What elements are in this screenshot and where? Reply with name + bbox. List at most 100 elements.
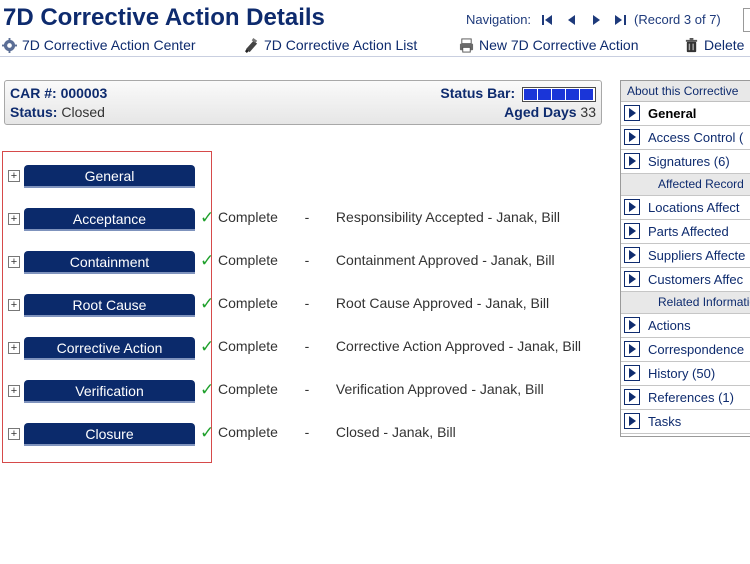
toolbar-divider [0, 56, 750, 57]
sidebar-item[interactable]: Signatures (6) [621, 150, 750, 174]
sidebar-item-label: Actions [648, 318, 691, 333]
arrow-right-icon [624, 317, 640, 333]
checkmark-icon: ✓ [200, 208, 215, 227]
step-tab[interactable]: General [24, 165, 195, 186]
arrow-right-icon [624, 153, 640, 169]
corrective-action-list-link[interactable]: 7D Corrective Action List [244, 37, 417, 53]
expand-icon[interactable]: + [8, 342, 20, 354]
sidebar-item-label: Signatures (6) [648, 154, 730, 169]
step-row: + General [3, 165, 543, 191]
arrow-right-icon [624, 365, 640, 381]
page-title: 7D Corrective Action Details [3, 4, 325, 31]
sidebar-section-related: Related Informatio [621, 292, 750, 314]
status-bar-segment [580, 88, 593, 100]
step-status: Complete - Corrective Action Approved - Ja… [218, 338, 581, 354]
next-record-button[interactable] [589, 13, 603, 27]
arrow-right-icon [624, 389, 640, 405]
step-separator: - [304, 252, 310, 268]
arrow-right-icon [624, 271, 640, 287]
step-row: + Closure ✓ Complete - Closed - Janak, Bill [3, 423, 543, 449]
toolbar-item-label: 7D Corrective Action Center [22, 37, 196, 53]
gear-icon [2, 37, 17, 53]
sidebar-item[interactable]: Customers Affec [621, 268, 750, 292]
checkmark-icon: ✓ [200, 423, 215, 442]
step-separator: - [304, 381, 310, 397]
first-record-button[interactable] [541, 13, 555, 27]
car-number: 000003 [60, 85, 108, 101]
sidebar-item[interactable]: Parts Affected [621, 220, 750, 244]
status-bar [522, 86, 596, 102]
record-counter: (Record 3 of 7) [634, 12, 721, 27]
sidebar-item-label: Customers Affec [648, 272, 744, 287]
status-bar-segment [524, 88, 537, 100]
step-status: Complete - Containment Approved - Janak, B… [218, 252, 555, 268]
expand-icon[interactable]: + [8, 385, 20, 397]
car-summary-panel: CAR #: 000003 Status Bar: Status: Closed… [4, 80, 602, 125]
step-detail: Responsibility Accepted - Janak, Bill [335, 209, 561, 225]
step-separator: - [304, 295, 310, 311]
printer-icon [459, 37, 474, 53]
step-status: Complete - Closed - Janak, Bill [218, 424, 456, 440]
sidebar-header: About this Corrective [621, 81, 750, 102]
arrow-right-icon [624, 223, 640, 239]
step-row: + Verification ✓ Complete - Verification Appr… [3, 380, 544, 406]
expand-icon[interactable]: + [8, 299, 20, 311]
new-corrective-action-link[interactable]: New 7D Corrective Action [459, 37, 639, 53]
record-select[interactable] [743, 8, 750, 32]
toolbar-item-label: 7D Corrective Action List [264, 37, 418, 53]
trash-icon [685, 37, 698, 52]
sidebar-item-label: Suppliers Affecte [648, 248, 746, 263]
previous-record-button[interactable] [565, 13, 579, 27]
step-status-text: Complete [218, 209, 278, 225]
sidebar-item-label: Access Control ( [648, 130, 744, 145]
sidebar-item[interactable]: History (50) [621, 362, 750, 386]
step-tab[interactable]: Closure [24, 423, 195, 444]
step-tab[interactable]: Corrective Action [24, 337, 195, 358]
arrow-right-icon [624, 341, 640, 357]
toolbar-item-label: Delete [704, 37, 745, 53]
step-status-text: Complete [218, 424, 278, 440]
corrective-action-center-link[interactable]: 7D Corrective Action Center [2, 37, 196, 53]
step-row: + Root Cause ✓ Complete - Root Cause Approved… [3, 294, 549, 320]
step-tab[interactable]: Acceptance [24, 208, 195, 229]
step-detail: Verification Approved - Janak, Bill [335, 381, 544, 397]
step-list: + General + Acceptance ✓ Complete - Responsibil… [2, 151, 581, 463]
step-detail: Containment Approved - Janak, Bill [335, 252, 555, 268]
delete-link[interactable]: Delete [684, 37, 744, 53]
sidebar-item[interactable]: Locations Affect [621, 196, 750, 220]
status-bar-segment [538, 88, 551, 100]
step-status: Complete - Verification Approved - Janak, … [218, 381, 544, 397]
step-tab[interactable]: Containment [24, 251, 195, 272]
sidebar-item[interactable]: Correspondence [621, 338, 750, 362]
status-bar-label: Status Bar: [440, 85, 516, 101]
step-separator: - [304, 338, 310, 354]
sidebar-item[interactable]: General [621, 102, 750, 126]
sidebar-item-label: General [648, 106, 697, 121]
aged-days-value: 33 [580, 104, 596, 120]
arrow-right-icon [624, 105, 640, 121]
step-separator: - [304, 424, 310, 440]
step-tab[interactable]: Root Cause [24, 294, 195, 315]
sidebar-item[interactable]: Access Control ( [621, 126, 750, 150]
car-number-label: CAR #: [10, 85, 57, 101]
navigation-label: Navigation: [466, 12, 532, 27]
last-record-button[interactable] [613, 13, 627, 27]
toolbar-item-label: New 7D Corrective Action [479, 37, 639, 53]
toolbar: 7D Corrective Action Center 7D Correctiv… [0, 37, 750, 55]
step-separator: - [304, 209, 310, 225]
list-icon [244, 37, 258, 53]
status-bar-segment [566, 88, 579, 100]
expand-icon[interactable]: + [8, 170, 20, 182]
sidebar-item-label: History (50) [648, 366, 716, 381]
status-label: Status: [10, 104, 58, 120]
expand-icon[interactable]: + [8, 256, 20, 268]
sidebar-item[interactable]: Tasks [621, 410, 750, 434]
sidebar-item[interactable]: Suppliers Affecte [621, 244, 750, 268]
sidebar-item[interactable]: References (1) [621, 386, 750, 410]
expand-icon[interactable]: + [8, 213, 20, 225]
arrow-right-icon [624, 413, 640, 429]
step-tab[interactable]: Verification [24, 380, 195, 401]
step-status: Complete - Root Cause Approved - Janak, Bi… [218, 295, 549, 311]
expand-icon[interactable]: + [8, 428, 20, 440]
sidebar-item[interactable]: Actions [621, 314, 750, 338]
